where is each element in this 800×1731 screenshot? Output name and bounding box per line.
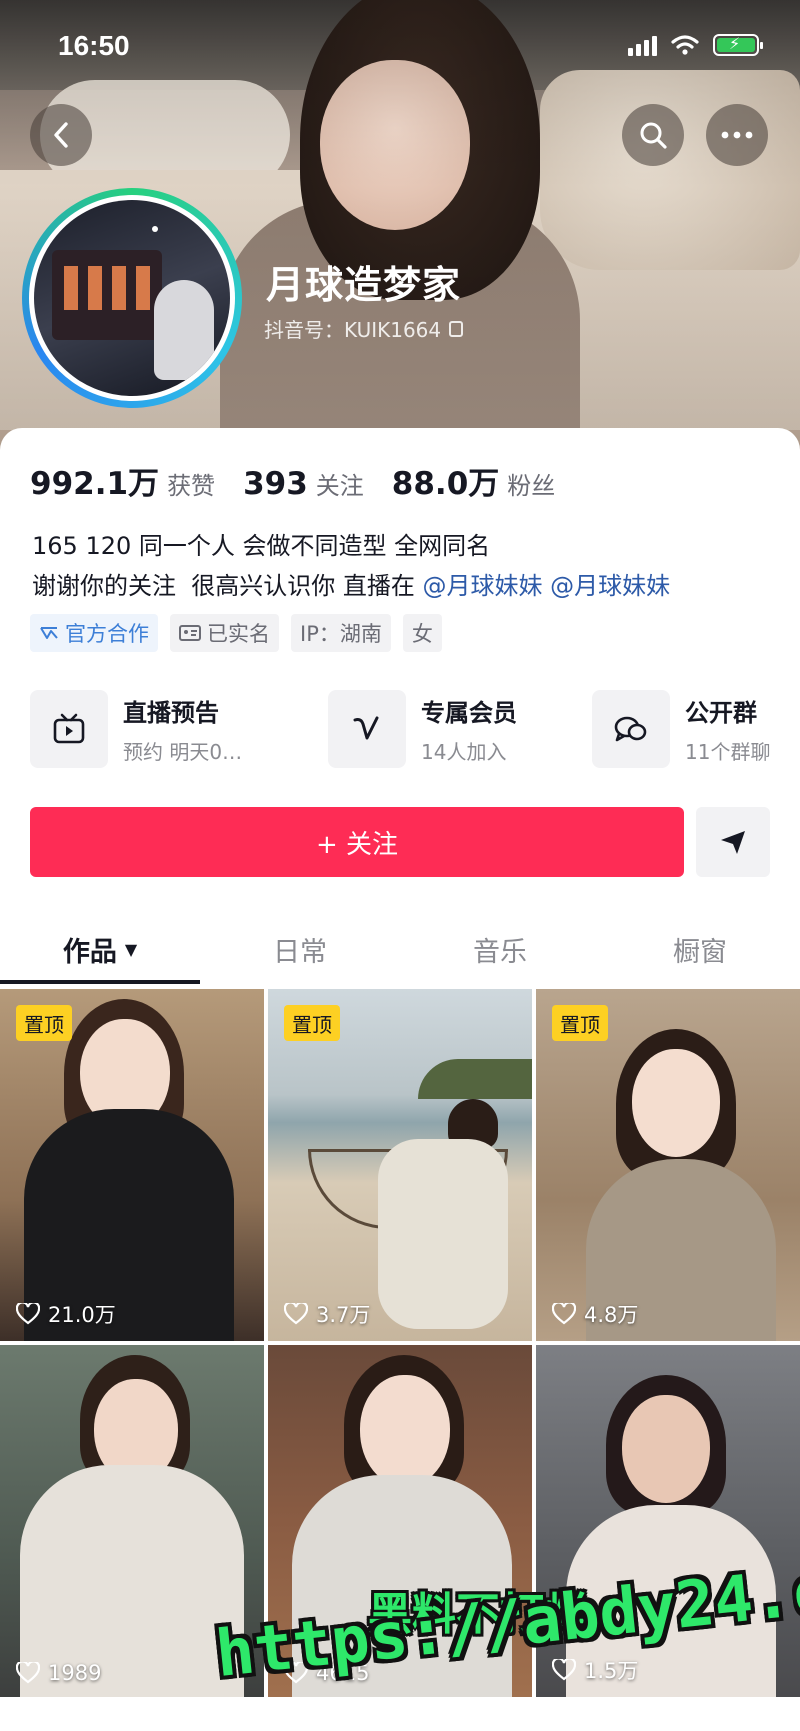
douyin-id-text: 抖音号：KUIK1664 xyxy=(264,318,442,342)
feature-subtitle: 预约 明天0… xyxy=(123,740,243,764)
share-button[interactable] xyxy=(696,807,770,877)
stat-followers[interactable]: 88.0万 粉丝 xyxy=(392,458,556,503)
id-card-icon xyxy=(179,625,201,641)
like-count-text: 4615 xyxy=(316,1661,370,1685)
video-thumbnail[interactable]: 1.5万 xyxy=(536,1345,800,1697)
back-button[interactable] xyxy=(30,104,92,166)
heart-icon xyxy=(284,1662,308,1684)
search-icon xyxy=(640,122,667,149)
like-count: 4.8万 xyxy=(552,1299,638,1329)
profile-bio: 165 120 同一个人 会做不同造型 全网同名 谢谢你的关注 很高兴认识你 直… xyxy=(32,526,670,606)
chevron-left-icon xyxy=(54,122,68,148)
tab-label: 音乐 xyxy=(473,936,527,968)
feature-title: 专属会员 xyxy=(421,699,517,727)
like-count: 3.7万 xyxy=(284,1299,370,1329)
feature-subtitle: 11个群聊 xyxy=(685,740,771,764)
feature-title: 公开群 xyxy=(685,699,757,727)
like-count: 1989 xyxy=(16,1661,101,1685)
stat-label: 获赞 xyxy=(167,472,216,500)
wifi-icon xyxy=(671,35,699,55)
feature-live-preview[interactable]: 直播预告 预约 明天0… xyxy=(30,690,242,768)
tab-label: 作品 xyxy=(62,936,117,968)
video-thumbnail[interactable]: 置顶 3.7万 xyxy=(268,989,532,1341)
battery-charging-icon: ⚡ xyxy=(713,34,763,56)
heart-icon xyxy=(16,1662,40,1684)
cellular-signal-icon xyxy=(628,34,657,56)
tag-label: 已实名 xyxy=(207,622,270,646)
tab-works[interactable]: 作品 ▼ xyxy=(0,910,200,988)
feature-row: 直播预告 预约 明天0… 专属会员 14人加入 公开群 11个群聊 xyxy=(30,690,772,768)
feature-subtitle: 14人加入 xyxy=(421,740,507,764)
tag-ip-location: IP：湖南 xyxy=(291,614,391,652)
tab-showcase[interactable]: 橱窗 xyxy=(600,910,800,988)
content-tabs: 作品 ▼ 日常 音乐 橱窗 xyxy=(0,910,800,988)
pinned-badge: 置顶 xyxy=(284,1005,340,1041)
tag-gender: 女 xyxy=(402,614,442,652)
copy-icon[interactable] xyxy=(449,320,464,337)
profile-stats: 992.1万 获赞 393 关注 88.0万 粉丝 xyxy=(30,458,583,503)
like-count: 4615 xyxy=(284,1661,369,1685)
video-thumbnail[interactable]: 置顶 21.0万 xyxy=(0,989,264,1341)
heart-icon xyxy=(552,1303,576,1325)
bio-line: 谢谢你的关注 很高兴认识你 直播在 @月球妹妹 @月球妹妹 xyxy=(32,566,670,606)
member-v-icon xyxy=(353,716,379,740)
group-chat-icon xyxy=(614,716,647,742)
avatar-live-ring[interactable] xyxy=(22,188,242,408)
live-tv-icon xyxy=(53,713,85,744)
send-icon xyxy=(721,831,745,854)
mention-link[interactable]: @月球妹妹 xyxy=(423,572,543,600)
feature-public-group[interactable]: 公开群 11个群聊 xyxy=(592,690,770,768)
mention-link[interactable]: @月球妹妹 xyxy=(550,572,670,600)
heart-icon xyxy=(16,1303,40,1325)
heart-icon xyxy=(552,1659,576,1681)
follow-button[interactable]: + 关注 xyxy=(30,807,684,877)
stat-value: 393 xyxy=(243,466,308,502)
douyin-id[interactable]: 抖音号：KUIK1664 xyxy=(264,314,464,343)
pinned-badge: 置顶 xyxy=(16,1005,72,1041)
stat-likes[interactable]: 992.1万 获赞 xyxy=(30,458,215,503)
tag-label: IP：湖南 xyxy=(300,622,382,646)
stat-label: 关注 xyxy=(315,472,364,500)
like-count-text: 21.0万 xyxy=(48,1303,116,1327)
stat-value: 88.0万 xyxy=(391,466,500,502)
search-button[interactable] xyxy=(622,104,684,166)
profile-tags: 官方合作 已实名 IP：湖南 女 xyxy=(30,614,442,652)
tag-verified[interactable]: 已实名 xyxy=(170,614,279,652)
pinned-badge: 置顶 xyxy=(552,1005,608,1041)
more-dots-icon xyxy=(721,131,753,139)
stat-value: 992.1万 xyxy=(30,466,160,502)
status-time: 16:50 xyxy=(58,30,130,61)
tag-label: 官方合作 xyxy=(65,622,149,646)
status-bar: 16:50 ⚡ xyxy=(0,0,800,90)
like-count: 1.5万 xyxy=(552,1655,638,1685)
video-thumbnail[interactable]: 4615 xyxy=(268,1345,532,1697)
tab-label: 橱窗 xyxy=(673,936,727,968)
heart-icon xyxy=(284,1303,308,1325)
tab-music[interactable]: 音乐 xyxy=(400,910,600,988)
official-icon xyxy=(40,627,58,639)
stat-following[interactable]: 393 关注 xyxy=(243,466,364,502)
avatar xyxy=(34,200,230,396)
tab-daily[interactable]: 日常 xyxy=(200,910,400,988)
like-count: 21.0万 xyxy=(16,1299,116,1329)
feature-title: 直播预告 xyxy=(123,699,219,727)
feature-membership[interactable]: 专属会员 14人加入 xyxy=(328,690,517,768)
like-count-text: 1.5万 xyxy=(584,1659,639,1683)
bio-text: 谢谢你的关注 很高兴认识你 直播在 xyxy=(32,572,423,600)
caret-down-icon: ▼ xyxy=(124,939,138,959)
video-thumbnail[interactable]: 置顶 4.8万 xyxy=(536,989,800,1341)
active-tab-indicator xyxy=(0,980,200,984)
video-grid: 置顶 21.0万 置顶 3.7万 置顶 4.8万 1989 4615 1.5万 xyxy=(0,989,800,1731)
more-button[interactable] xyxy=(706,104,768,166)
video-thumbnail[interactable]: 1989 xyxy=(0,1345,264,1697)
like-count-text: 3.7万 xyxy=(316,1303,371,1327)
profile-name: 月球造梦家 xyxy=(266,263,462,307)
like-count-text: 4.8万 xyxy=(584,1303,639,1327)
tag-official-partner[interactable]: 官方合作 xyxy=(30,614,158,652)
like-count-text: 1989 xyxy=(48,1661,102,1685)
tag-label: 女 xyxy=(411,622,433,646)
bio-line: 165 120 同一个人 会做不同造型 全网同名 xyxy=(32,532,491,560)
stat-label: 粉丝 xyxy=(507,472,556,500)
tab-label: 日常 xyxy=(273,936,327,968)
